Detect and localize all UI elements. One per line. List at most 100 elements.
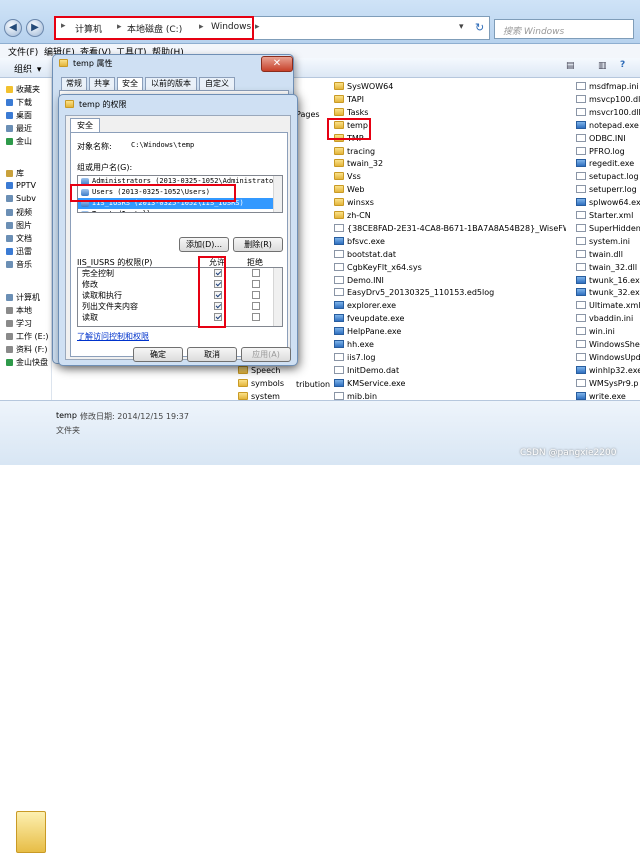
deny-checkbox[interactable] [252,302,260,310]
file-item[interactable]: HelpPane.exe [334,325,566,338]
forward-icon[interactable]: ▶ [26,19,44,37]
nav-item[interactable]: 迅雷 [6,246,52,257]
deny-checkbox[interactable] [252,313,260,321]
nav-item[interactable]: 最近 [6,123,52,134]
file-item[interactable]: msvcp100.dll [576,93,640,106]
dropdown-arrow-icon[interactable]: ▾ [459,22,464,32]
file-item[interactable]: SysWOW64 [334,80,566,93]
crumb-arrow-icon[interactable]: ▸ [255,22,260,32]
nav-item[interactable]: 视频 [6,207,52,218]
add-button[interactable]: 添加(D)... [179,237,229,252]
file-item[interactable]: explorer.exe [334,299,566,312]
file-item[interactable]: TAPI [334,93,566,106]
tab-customize[interactable]: 自定义 [199,77,235,91]
deny-checkbox[interactable] [252,280,260,288]
file-item[interactable]: zh-CN [334,209,566,222]
ok-button[interactable]: 确定 [133,347,183,362]
file-item[interactable]: regedit.exe [576,157,640,170]
nav-item[interactable]: 学习 [6,318,52,329]
file-item[interactable]: tracing [334,145,566,158]
file-item[interactable]: Ultimate.xml [576,299,640,312]
file-item[interactable]: bfsvc.exe [334,235,566,248]
remove-button[interactable]: 删除(R) [233,237,283,252]
file-item[interactable]: twain_32 [334,157,566,170]
file-item[interactable]: msvcr100.dll [576,106,640,119]
file-item[interactable]: vbaddin.ini [576,312,640,325]
cancel-button[interactable]: 取消 [187,347,237,362]
tab-security[interactable]: 安全 [70,118,100,133]
file-item[interactable]: bootstat.dat [334,248,566,261]
file-item[interactable]: setupact.log [576,170,640,183]
nav-item[interactable]: 文档 [6,233,52,244]
nav-item[interactable]: 桌面 [6,110,52,121]
nav-item[interactable]: 资料 (F:) [6,344,52,355]
close-icon[interactable]: ✕ [261,56,293,72]
file-item[interactable]: WindowsUpd [576,351,640,364]
file-item[interactable]: twain_32.dll [576,261,640,274]
file-item[interactable]: notepad.exe [576,119,640,132]
file-item[interactable]: {38CE8FAD-2E31-4CA8-B671-1BA7A8A54B28}_W… [334,222,566,235]
deny-checkbox[interactable] [252,291,260,299]
nav-item[interactable]: 金山 [6,136,52,147]
file-item[interactable]: hh.exe [334,338,566,351]
file-item[interactable]: symbols [238,377,334,390]
file-item[interactable]: iis7.log [334,351,566,364]
file-item[interactable]: SuperHidden. [576,222,640,235]
search-input[interactable]: 搜索 Windows [494,19,634,39]
file-item[interactable]: win.ini [576,325,640,338]
back-icon[interactable]: ◀ [4,19,22,37]
nav-item[interactable]: 图片 [6,220,52,231]
tab-general[interactable]: 常规 [61,77,87,91]
deny-checkbox[interactable] [252,269,260,277]
file-item[interactable]: ODBC.INI [576,132,640,145]
file-item[interactable]: Tasks [334,106,566,119]
nav-item[interactable]: 库 [6,168,52,179]
tab-previous-versions[interactable]: 以前的版本 [145,77,197,91]
nav-item[interactable]: Subv [6,194,52,203]
file-item[interactable]: CgbKeyFlt_x64.sys [334,261,566,274]
nav-item[interactable]: 音乐 [6,259,52,270]
view-icon[interactable]: ▤ [566,61,575,71]
nav-item[interactable]: PPTV [6,181,52,190]
file-item[interactable]: PFRO.log [576,145,640,158]
file-name-partial[interactable]: Pages [296,108,320,121]
file-item[interactable]: twunk_32.exe [576,286,640,299]
file-item[interactable]: WindowsShel [576,338,640,351]
file-item[interactable]: InitDemo.dat [334,364,566,377]
nav-item[interactable]: 金山快盘 [6,357,52,368]
file-item[interactable]: Vss [334,170,566,183]
refresh-icon[interactable]: ↻ [475,21,484,34]
file-item[interactable]: Starter.xml [576,209,640,222]
access-control-link[interactable]: 了解访问控制和权限 [77,331,149,342]
organize-button[interactable]: 组织 [14,65,32,75]
file-name: WMSysPr9.p [589,378,639,388]
group-scrollbar[interactable] [273,176,282,212]
apply-button[interactable]: 应用(A) [241,347,291,362]
nav-item[interactable]: 工作 (E:) [6,331,52,342]
nav-item[interactable]: 计算机 [6,292,52,303]
file-item[interactable]: Demo.INI [334,274,566,287]
file-item[interactable]: system.ini [576,235,640,248]
menu-file[interactable]: 文件(F) [8,45,38,58]
tab-sharing[interactable]: 共享 [89,77,115,91]
nav-item[interactable]: 下载 [6,97,52,108]
file-item[interactable]: splwow64.exe [576,196,640,209]
file-item[interactable]: winsxs [334,196,566,209]
tab-security[interactable]: 安全 [117,77,143,91]
file-item[interactable]: setuperr.log [576,183,640,196]
file-item[interactable]: Web [334,183,566,196]
nav-item[interactable]: 收藏夹 [6,84,52,95]
file-item[interactable]: EasyDrv5_20130325_110153.ed5log [334,286,566,299]
permission-scrollbar[interactable] [273,268,282,326]
group-row[interactable]: TrustedInstaller [78,209,282,212]
file-item[interactable]: twunk_16.exe [576,274,640,287]
nav-item[interactable]: 本地 [6,305,52,316]
file-item[interactable]: winhlp32.exe [576,364,640,377]
file-item[interactable]: msdfmap.ini [576,80,640,93]
file-item[interactable]: twain.dll [576,248,640,261]
file-item[interactable]: KMService.exe [334,377,566,390]
preview-pane-icon[interactable]: ▥ [598,61,607,71]
file-item[interactable]: fveupdate.exe [334,312,566,325]
file-item[interactable]: WMSysPr9.p [576,377,640,390]
help-icon[interactable]: ? [620,60,625,70]
